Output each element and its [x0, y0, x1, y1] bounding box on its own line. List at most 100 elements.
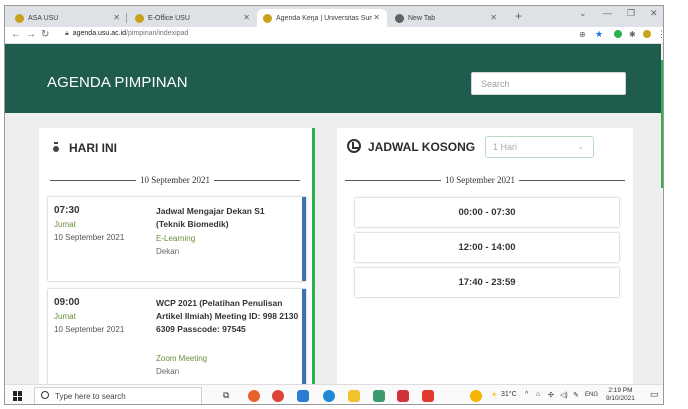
pushpin-icon	[53, 142, 60, 154]
reload-icon[interactable]: ↻	[41, 29, 49, 40]
agenda-day: Jumat	[54, 312, 76, 321]
tab-label: E-Office USU	[148, 14, 190, 22]
profile-avatar-icon[interactable]	[643, 30, 651, 38]
forward-arrow-icon[interactable]: →	[26, 29, 36, 40]
tab-asa-usu[interactable]: ASA USU ✕	[9, 9, 127, 27]
date-divider: 10 September 2021	[345, 174, 625, 186]
divider-date: 10 September 2021	[445, 175, 515, 185]
edge-icon[interactable]	[323, 390, 335, 402]
close-icon[interactable]: ✕	[490, 13, 497, 22]
agenda-date: 10 September 2021	[54, 325, 125, 334]
windows-start-icon[interactable]	[13, 391, 23, 401]
taskbar-search-placeholder: Type here to search	[55, 392, 126, 401]
firefox-icon[interactable]	[248, 390, 260, 402]
agenda-time: 07:30	[54, 205, 80, 216]
divider-line	[345, 179, 441, 181]
new-tab-plus-icon[interactable]: +	[515, 9, 522, 23]
agenda-title: WCP 2021 (Pelatihan Penulisan Artikel Il…	[156, 298, 299, 334]
taskbar-search-input[interactable]: Type here to search	[34, 387, 202, 404]
acrobat-icon[interactable]	[422, 390, 434, 402]
agenda-title: Jadwal Mengajar Dekan S1 (Teknik Biomedi…	[156, 206, 265, 229]
close-icon[interactable]: ✕	[373, 13, 380, 22]
weather-icon: ☀	[491, 392, 498, 399]
tab-separator	[126, 13, 127, 23]
taskbar: Type here to search ⧉ ☀ 31°C ^ ⌂ ✣ ◁) ✎ …	[5, 384, 663, 404]
tab-new-tab[interactable]: New Tab ✕	[389, 9, 507, 27]
agenda-item[interactable]: 07:30 Jumat 10 September 2021 Jadwal Men…	[48, 197, 306, 281]
range-select[interactable]: 1 Hari ⌄	[485, 136, 594, 158]
agenda-date: 10 September 2021	[54, 233, 125, 242]
divider-line	[214, 179, 300, 181]
address-bar: ← → ↻ 🔒︎ agenda.usu.ac.id/pimpinan/indexi…	[5, 27, 663, 44]
wps-icon[interactable]	[397, 390, 409, 402]
notification-icon[interactable]: ▭	[650, 389, 659, 400]
clock-date: 9/10/2021	[606, 395, 635, 402]
photos-icon[interactable]	[470, 390, 482, 402]
restore-icon[interactable]: ❐	[627, 8, 635, 19]
scrollbar-thumb[interactable]	[661, 60, 663, 188]
chrome-icon[interactable]	[272, 390, 284, 402]
close-icon[interactable]: ✕	[113, 13, 120, 22]
weather-temp[interactable]: 31°C	[501, 391, 517, 398]
menu-kebab-icon[interactable]: ⋮	[657, 29, 663, 40]
free-slot[interactable]: 00:00 - 07:30	[355, 198, 619, 227]
usu-logo-icon	[263, 13, 272, 23]
tray-chevron-icon[interactable]: ^	[525, 391, 528, 398]
tab-agenda-kerja[interactable]: Agenda Kerja | Universitas Sumat ✕	[257, 9, 387, 27]
usu-logo-icon	[15, 13, 24, 23]
taskbar-clock[interactable]: 2:19 PM 9/10/2021	[606, 387, 635, 403]
extension-icon[interactable]	[614, 30, 622, 38]
usu-logo-icon	[135, 13, 144, 23]
puzzle-icon[interactable]: ✱	[629, 30, 636, 39]
minimize-icon[interactable]: —	[603, 8, 612, 18]
agenda-day: Jumat	[54, 220, 76, 229]
range-select-value: 1 Hari	[493, 142, 518, 152]
free-slots-panel: JADWAL KOSONG 1 Hari ⌄ 10 September 2021…	[337, 128, 633, 384]
tab-label: Agenda Kerja | Universitas Sumat	[276, 14, 372, 22]
today-panel-title: HARI INI	[53, 141, 117, 155]
language-indicator[interactable]: ENG	[585, 392, 598, 398]
divider-line	[50, 179, 136, 181]
close-icon[interactable]: ✕	[243, 13, 250, 22]
bookmark-star-icon[interactable]: ★	[595, 29, 603, 40]
clock-icon	[347, 139, 361, 153]
file-explorer-icon[interactable]	[348, 390, 360, 402]
tab-strip: ASA USU ✕ E-Office USU ✕ Agenda Kerja | …	[5, 6, 663, 27]
pen-icon[interactable]: ✎	[573, 391, 579, 399]
app-icon[interactable]	[373, 390, 385, 402]
tab-e-office-usu[interactable]: E-Office USU ✕	[129, 9, 257, 27]
tab-label: ASA USU	[28, 14, 59, 22]
bluetooth-icon[interactable]: ✣	[548, 391, 554, 399]
free-slots-title: JADWAL KOSONG	[368, 140, 476, 154]
free-slot[interactable]: 17:40 - 23:59	[355, 268, 619, 297]
volume-icon[interactable]: ◁)	[560, 391, 568, 399]
url-field[interactable]: 🔒︎ agenda.usu.ac.id/pimpinan/indexipad	[65, 30, 188, 38]
chevron-down-icon: ⌄	[577, 142, 584, 151]
clock-time: 2:19 PM	[608, 387, 633, 394]
agenda-attendee: Dekan	[156, 247, 180, 256]
date-divider: 10 September 2021	[50, 174, 300, 186]
agenda-location: E-Learning	[156, 234, 196, 243]
main-content: HARI INI 10 September 2021 07:30 Jumat 1…	[5, 113, 661, 384]
globe-icon	[395, 13, 404, 23]
today-title: HARI INI	[69, 141, 117, 155]
divider-line	[519, 179, 625, 181]
outlook-icon[interactable]	[297, 390, 309, 402]
agenda-item[interactable]: 09:00 Jumat 10 September 2021 WCP 2021 (…	[48, 289, 306, 384]
page-title: AGENDA PIMPINAN	[47, 74, 188, 91]
back-arrow-icon[interactable]: ←	[11, 29, 21, 40]
network-icon[interactable]: ⌂	[536, 391, 540, 398]
agenda-time: 09:00	[54, 297, 80, 308]
zoom-icon[interactable]: ⊕	[579, 30, 586, 39]
url-path: /pimpinan/indexipad	[126, 30, 189, 37]
close-window-icon[interactable]: ✕	[650, 8, 658, 19]
chevron-down-icon[interactable]: ⌄	[579, 8, 587, 19]
free-slot[interactable]: 12:00 - 14:00	[355, 233, 619, 262]
search-input[interactable]: Search	[471, 72, 626, 95]
agenda-attendee: Dekan	[156, 367, 180, 376]
divider-date: 10 September 2021	[140, 175, 210, 185]
search-icon	[41, 391, 49, 399]
page-scrollbar[interactable]	[661, 44, 663, 390]
task-view-icon[interactable]: ⧉	[223, 390, 235, 402]
url-host: agenda.usu.ac.id	[72, 30, 127, 37]
